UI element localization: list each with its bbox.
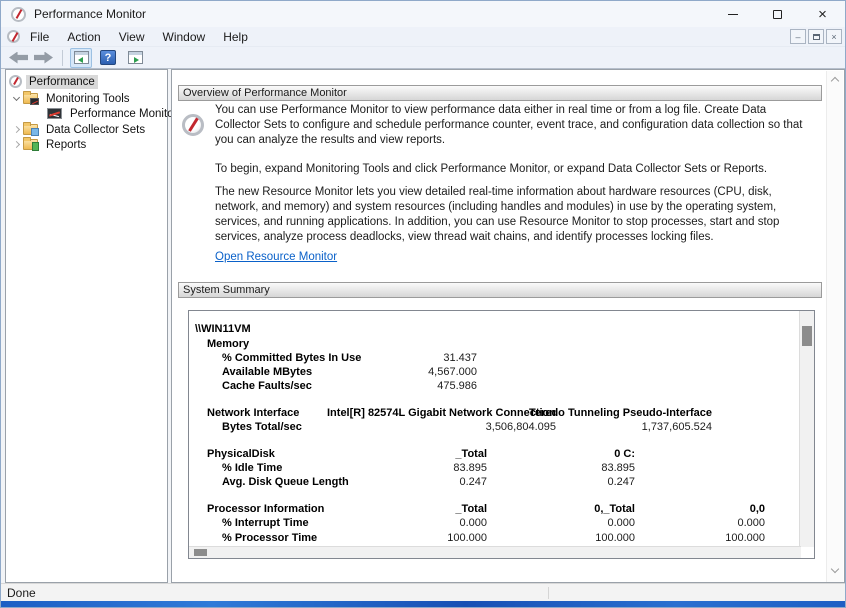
report-vertical-scrollbar[interactable] bbox=[799, 311, 814, 547]
report-row-counter: % Committed Bytes In Use 31.437 bbox=[189, 352, 789, 366]
system-summary-header: System Summary bbox=[178, 282, 822, 298]
report-row-counter: Avg. Disk Queue Length 0.247 0.247 bbox=[189, 476, 789, 490]
maximize-button[interactable] bbox=[755, 1, 800, 27]
report-row-counter: Cache Faults/sec 475.986 bbox=[189, 380, 789, 394]
console-tree-panel: Performance Monitoring Tools Performance… bbox=[5, 69, 168, 583]
report-row-counter: % Processor Time 100.000 100.000 100.000 bbox=[189, 532, 789, 546]
overview-paragraph-3: The new Resource Monitor lets you view d… bbox=[215, 185, 803, 245]
window-controls: × bbox=[710, 1, 845, 27]
taskbar-edge bbox=[1, 601, 845, 608]
overview-paragraph-2: To begin, expand Monitoring Tools and cl… bbox=[215, 162, 803, 177]
tree-item-label: Monitoring Tools bbox=[43, 92, 133, 106]
status-text: Done bbox=[7, 586, 36, 600]
toolbar-separator bbox=[62, 50, 63, 66]
report-row-computer: \\WIN11VM bbox=[189, 323, 789, 337]
status-bar-separator bbox=[548, 587, 549, 599]
report-row-counter: Bytes Total/sec 3,506,804.095 1,737,605.… bbox=[189, 421, 789, 435]
tree-item-performance-monitor[interactable]: Performance Monitor bbox=[47, 106, 180, 121]
help-icon: ? bbox=[100, 50, 116, 65]
console-perfmon-icon bbox=[7, 30, 20, 43]
report-row-object: Memory bbox=[189, 338, 789, 352]
system-summary-report: \\WIN11VM Memory % Committed Bytes In Us… bbox=[188, 310, 815, 559]
report-row-object: Network Interface Intel[R] 82574L Gigabi… bbox=[189, 407, 789, 421]
computer-name: \\WIN11VM bbox=[195, 323, 251, 335]
help-button[interactable]: ? bbox=[97, 48, 119, 68]
minimize-icon bbox=[728, 14, 738, 15]
report-row-counter: % Interrupt Time 0.000 0.000 0.000 bbox=[189, 517, 789, 531]
line-chart-icon bbox=[47, 108, 62, 119]
tree-item-reports[interactable]: Reports bbox=[14, 137, 89, 152]
console-tree-icon bbox=[74, 51, 89, 64]
forward-icon[interactable] bbox=[34, 52, 53, 64]
chevron-down-icon[interactable] bbox=[13, 94, 20, 101]
chevron-right-icon[interactable] bbox=[13, 126, 20, 133]
child-close-button[interactable]: × bbox=[826, 29, 842, 44]
open-resource-monitor-link[interactable]: Open Resource Monitor bbox=[215, 251, 337, 263]
overview-header: Overview of Performance Monitor bbox=[178, 85, 822, 101]
scroll-down-icon[interactable] bbox=[831, 565, 839, 573]
close-icon: × bbox=[818, 7, 827, 22]
details-pane: Overview of Performance Monitor You can … bbox=[171, 69, 845, 583]
tree-item-data-collector-sets[interactable]: Data Collector Sets bbox=[14, 122, 148, 137]
menu-view[interactable]: View bbox=[111, 28, 153, 46]
title-bar: Performance Monitor × bbox=[1, 1, 845, 27]
tree-item-label: Performance bbox=[26, 75, 98, 89]
status-bar: Done bbox=[1, 583, 845, 601]
report-row-counter: Available MBytes 4,567.000 bbox=[189, 366, 789, 380]
menu-file[interactable]: File bbox=[22, 28, 57, 46]
pane-vertical-scrollbar[interactable] bbox=[826, 71, 843, 582]
chevron-right-icon[interactable] bbox=[13, 141, 20, 148]
action-pane-icon bbox=[128, 51, 143, 64]
scrollbar-thumb[interactable] bbox=[194, 549, 207, 556]
restore-icon bbox=[813, 34, 820, 40]
perfmon-overview-icon bbox=[182, 114, 204, 136]
back-icon[interactable] bbox=[9, 52, 28, 64]
child-restore-button[interactable] bbox=[808, 29, 824, 44]
app-perfmon-icon bbox=[11, 7, 26, 22]
report-horizontal-scrollbar[interactable] bbox=[189, 546, 801, 558]
report-row-counter: % Idle Time 83.895 83.895 bbox=[189, 462, 789, 476]
report-row-object: Processor Information _Total 0,_Total 0,… bbox=[189, 503, 789, 517]
tree-item-label: Data Collector Sets bbox=[43, 123, 148, 137]
scrollbar-thumb[interactable] bbox=[802, 326, 812, 346]
tree-item-performance[interactable]: Performance bbox=[9, 74, 98, 89]
window-title: Performance Monitor bbox=[34, 7, 146, 21]
tree-item-monitoring-tools[interactable]: Monitoring Tools bbox=[14, 91, 133, 106]
performance-monitor-window: Performance Monitor × File Action View W… bbox=[0, 0, 846, 608]
perfmon-icon bbox=[9, 75, 22, 88]
folder-cube-icon bbox=[23, 124, 38, 135]
menu-help[interactable]: Help bbox=[215, 28, 256, 46]
maximize-icon bbox=[773, 10, 782, 19]
show-action-pane-button[interactable] bbox=[124, 48, 146, 68]
child-minimize-button[interactable]: – bbox=[790, 29, 806, 44]
tree-item-label: Performance Monitor bbox=[67, 107, 180, 121]
tree-item-label: Reports bbox=[43, 138, 89, 152]
show-console-tree-button[interactable] bbox=[70, 48, 92, 68]
menu-action[interactable]: Action bbox=[59, 28, 108, 46]
overview-paragraph-1: You can use Performance Monitor to view … bbox=[215, 103, 803, 148]
close-button[interactable]: × bbox=[800, 1, 845, 27]
report-row-object: PhysicalDisk _Total 0 C: bbox=[189, 448, 789, 462]
scroll-up-icon[interactable] bbox=[831, 77, 839, 85]
toolbar: ? bbox=[1, 47, 845, 69]
folder-report-icon bbox=[23, 139, 38, 150]
menu-window[interactable]: Window bbox=[155, 28, 214, 46]
folder-chart-icon bbox=[23, 93, 38, 104]
minimize-button[interactable] bbox=[710, 1, 755, 27]
menu-bar: File Action View Window Help – × bbox=[1, 27, 845, 47]
child-window-controls: – × bbox=[790, 29, 842, 44]
